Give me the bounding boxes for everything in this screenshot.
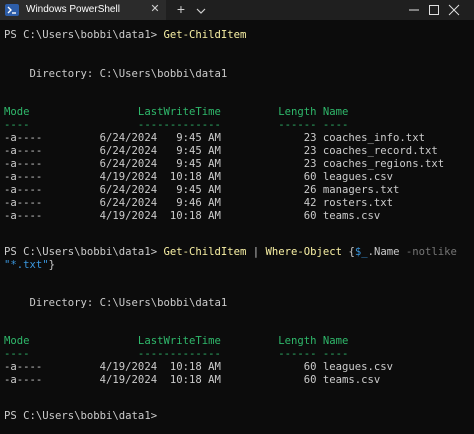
property-access: .Name	[367, 246, 400, 258]
file-row: -a---- 4/19/2024 10:18 AM 60 leagues.csv	[4, 361, 394, 373]
close-button[interactable]	[434, 0, 474, 20]
prompt: PS C:\Users\bobbi\data1>	[4, 246, 164, 258]
pipe-operator: |	[246, 246, 266, 258]
prompt-line: PS C:\Users\bobbi\data1> Get-ChildItem	[4, 29, 246, 42]
chevron-down-icon[interactable]	[196, 3, 210, 17]
tab-close-icon[interactable]: ✕	[148, 2, 162, 16]
prompt: PS C:\Users\bobbi\data1>	[4, 410, 164, 422]
terminal-output[interactable]: PS C:\Users\bobbi\data1> Get-ChildItem D…	[0, 20, 474, 434]
new-tab-button[interactable]: +	[174, 2, 188, 16]
column-header: Mode LastWriteTime Length Name	[4, 335, 349, 347]
column-rule: ---- ------------- ------ ----	[4, 348, 349, 360]
title-bar: Windows PowerShell ✕ +	[0, 0, 474, 20]
powershell-window: Windows PowerShell ✕ + PS C:\Users\bobbi…	[0, 0, 474, 434]
script-block-open: {	[342, 246, 355, 258]
file-row: -a---- 6/24/2024 9:45 AM 23 coaches_reco…	[4, 145, 438, 157]
prompt-line: PS C:\Users\bobbi\data1> Get-ChildItem |…	[4, 246, 457, 259]
column-header: Mode LastWriteTime Length Name	[4, 106, 349, 118]
prompt-line: PS C:\Users\bobbi\data1>	[4, 410, 163, 423]
file-row: -a---- 4/19/2024 10:18 AM 60 leagues.csv	[4, 171, 394, 183]
command: Get-ChildItem	[163, 246, 247, 258]
pipeline-variable: $_	[354, 246, 368, 258]
file-row: -a---- 6/24/2024 9:45 AM 23 coaches_info…	[4, 132, 425, 144]
file-row: -a---- 6/24/2024 9:45 AM 23 coaches_regi…	[4, 158, 445, 170]
file-row: -a---- 4/19/2024 10:18 AM 60 teams.csv	[4, 374, 381, 386]
command: Where-Object	[265, 246, 343, 258]
directory-heading: Directory: C:\Users\bobbi\data1	[4, 68, 228, 80]
tab-title: Windows PowerShell	[26, 4, 120, 15]
command: Get-ChildItem	[163, 29, 247, 41]
file-row: -a---- 4/19/2024 10:18 AM 60 teams.csv	[4, 210, 381, 222]
tab-windows-powershell[interactable]: Windows PowerShell ✕	[0, 0, 166, 20]
file-row: -a---- 6/24/2024 9:45 AM 26 managers.txt	[4, 184, 400, 196]
script-block-close: }	[48, 259, 56, 271]
powershell-icon	[5, 4, 19, 16]
command-continuation: "*.txt"}	[4, 259, 55, 272]
file-row: -a---- 6/24/2024 9:46 AM 42 rosters.txt	[4, 197, 394, 209]
column-rule: ---- ------------- ------ ----	[4, 119, 349, 131]
operator-notlike: -notlike	[399, 246, 457, 258]
directory-heading: Directory: C:\Users\bobbi\data1	[4, 297, 228, 309]
prompt: PS C:\Users\bobbi\data1>	[4, 29, 164, 41]
close-icon	[448, 4, 460, 16]
filter-string: "*.txt"	[4, 259, 49, 271]
